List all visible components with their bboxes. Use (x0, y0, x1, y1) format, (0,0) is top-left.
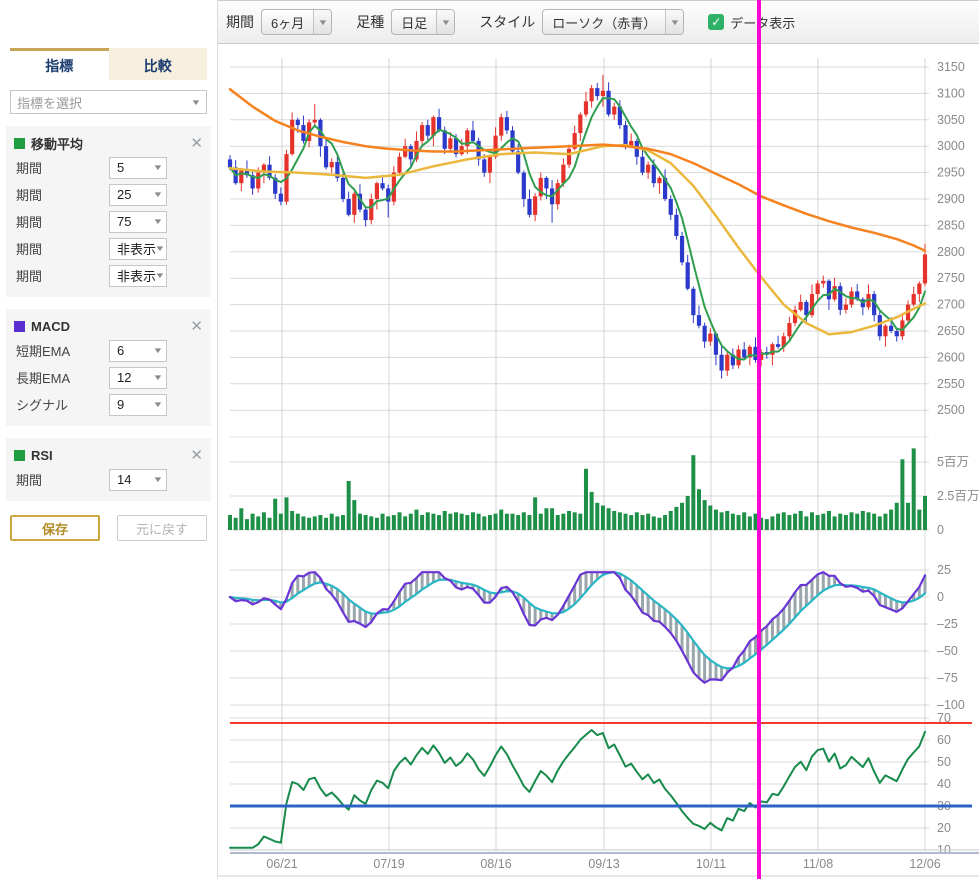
param-label: 期間 (14, 212, 42, 231)
panel-macd: MACD ✕ 短期EMA 6▼ 長期EMA 12▼ シグナル 9▼ (6, 309, 211, 426)
ma-period-4-select[interactable]: 非表示▼ (109, 238, 167, 260)
chevron-down-icon: ▼ (152, 163, 163, 172)
style-label: スタイル (479, 12, 535, 32)
svg-text:2800: 2800 (937, 245, 965, 259)
chevron-down-icon: ▼ (154, 271, 165, 280)
reset-button[interactable]: 元に戻す (117, 515, 207, 541)
svg-text:2.5百万: 2.5百万 (937, 489, 979, 503)
chevron-down-icon: ▼ (152, 400, 163, 409)
chevron-down-icon: ▼ (190, 98, 201, 107)
svg-text:50: 50 (937, 755, 951, 769)
svg-text:0: 0 (937, 523, 944, 537)
chevron-down-icon: ▼ (313, 10, 331, 34)
panel-title: 移動平均 (31, 134, 190, 153)
svg-text:2650: 2650 (937, 324, 965, 338)
macd-long-ema-select[interactable]: 12▼ (109, 367, 167, 389)
svg-text:3000: 3000 (937, 139, 965, 153)
style-select[interactable]: ローソク（赤青） ▼ (542, 9, 684, 35)
svg-text:2600: 2600 (937, 350, 965, 364)
panel-moving-average: 移動平均 ✕ 期間 5▼ 期間 25▼ 期間 75▼ 期間 非表示▼ 期間 非表… (6, 126, 211, 297)
svg-text:10/11: 10/11 (696, 857, 726, 871)
sidebar-tabs: 指標 比較 (10, 48, 207, 80)
ma-period-5-select[interactable]: 非表示▼ (109, 265, 167, 287)
svg-text:12/06: 12/06 (909, 857, 940, 871)
chevron-down-icon: ▼ (152, 475, 163, 484)
indicator-select-placeholder: 指標を選択 (17, 93, 82, 112)
bartype-select[interactable]: 日足 ▼ (391, 9, 455, 35)
param-label: 期間 (14, 470, 42, 489)
bartype-label: 足種 (356, 12, 384, 32)
data-display-checkbox[interactable]: ✓ (708, 14, 724, 30)
save-button[interactable]: 保存 (10, 515, 100, 541)
svg-text:09/13: 09/13 (588, 857, 619, 871)
chevron-down-icon: ▼ (152, 373, 163, 382)
svg-text:07/19: 07/19 (373, 857, 404, 871)
stock-chart-app: 指標 比較 指標を選択 ▼ 移動平均 ✕ 期間 5▼ 期間 25▼ 期間 75▼… (0, 0, 979, 879)
svg-text:2750: 2750 (937, 271, 965, 285)
macd-short-ema-select[interactable]: 6▼ (109, 340, 167, 362)
svg-text:5百万: 5百万 (937, 455, 969, 469)
svg-text:–50: –50 (937, 644, 958, 658)
tab-indicators[interactable]: 指標 (10, 48, 109, 80)
panel-rsi: RSI ✕ 期間 14▼ (6, 438, 211, 501)
param-label: 期間 (14, 266, 42, 285)
panel-title: MACD (31, 319, 190, 334)
period-select[interactable]: 6ヶ月 ▼ (261, 9, 332, 35)
svg-text:60: 60 (937, 733, 951, 747)
svg-text:2550: 2550 (937, 377, 965, 391)
svg-text:2700: 2700 (937, 298, 965, 312)
svg-text:2500: 2500 (937, 403, 965, 417)
chevron-down-icon: ▼ (152, 217, 163, 226)
macd-signal-select[interactable]: 9▼ (109, 394, 167, 416)
param-label: シグナル (14, 395, 68, 414)
close-icon[interactable]: ✕ (190, 136, 203, 151)
svg-text:2900: 2900 (937, 192, 965, 206)
ma-period-1-select[interactable]: 5▼ (109, 157, 167, 179)
param-label: 期間 (14, 158, 42, 177)
series-color-swatch (14, 138, 25, 149)
series-color-swatch (14, 450, 25, 461)
ma-period-3-select[interactable]: 75▼ (109, 211, 167, 233)
svg-text:3150: 3150 (937, 60, 965, 74)
rsi-period-select[interactable]: 14▼ (109, 469, 167, 491)
chart-toolbar: 期間 6ヶ月 ▼ 足種 日足 ▼ スタイル ローソク（赤青） ▼ ✓ データ表示 (218, 0, 979, 44)
ma-period-2-select[interactable]: 25▼ (109, 184, 167, 206)
tab-compare[interactable]: 比較 (109, 48, 208, 80)
chart-canvas[interactable]: 3150 3100 3050 3000 2950 2900 2850 2800 2750 2700… (218, 44, 979, 879)
svg-text:40: 40 (937, 777, 951, 791)
close-icon[interactable]: ✕ (190, 448, 203, 463)
indicator-sidebar: 指標 比較 指標を選択 ▼ 移動平均 ✕ 期間 5▼ 期間 25▼ 期間 75▼… (0, 0, 218, 879)
chevron-down-icon: ▼ (152, 190, 163, 199)
svg-text:2950: 2950 (937, 166, 965, 180)
svg-text:06/21: 06/21 (266, 857, 297, 871)
data-display-label: データ表示 (730, 13, 795, 32)
chevron-down-icon: ▼ (154, 244, 165, 253)
param-label: 長期EMA (14, 368, 70, 387)
panel-title: RSI (31, 448, 190, 463)
close-icon[interactable]: ✕ (190, 319, 203, 334)
period-label: 期間 (226, 12, 254, 32)
chevron-down-icon: ▼ (665, 10, 683, 34)
svg-text:0: 0 (937, 590, 944, 604)
svg-text:3100: 3100 (937, 86, 965, 100)
indicator-select[interactable]: 指標を選択 ▼ (10, 90, 207, 114)
param-label: 期間 (14, 239, 42, 258)
svg-text:08/16: 08/16 (480, 857, 511, 871)
param-label: 短期EMA (14, 341, 70, 360)
svg-text:–25: –25 (937, 617, 958, 631)
svg-text:20: 20 (937, 821, 951, 835)
param-label: 期間 (14, 185, 42, 204)
svg-text:11/08: 11/08 (803, 857, 833, 871)
check-icon: ✓ (711, 15, 721, 29)
svg-text:2850: 2850 (937, 218, 965, 232)
svg-text:–75: –75 (937, 671, 958, 685)
series-color-swatch (14, 321, 25, 332)
svg-text:–100: –100 (937, 698, 965, 712)
svg-text:3050: 3050 (937, 113, 965, 127)
chevron-down-icon: ▼ (436, 10, 454, 34)
svg-text:25: 25 (937, 563, 951, 577)
chevron-down-icon: ▼ (152, 346, 163, 355)
